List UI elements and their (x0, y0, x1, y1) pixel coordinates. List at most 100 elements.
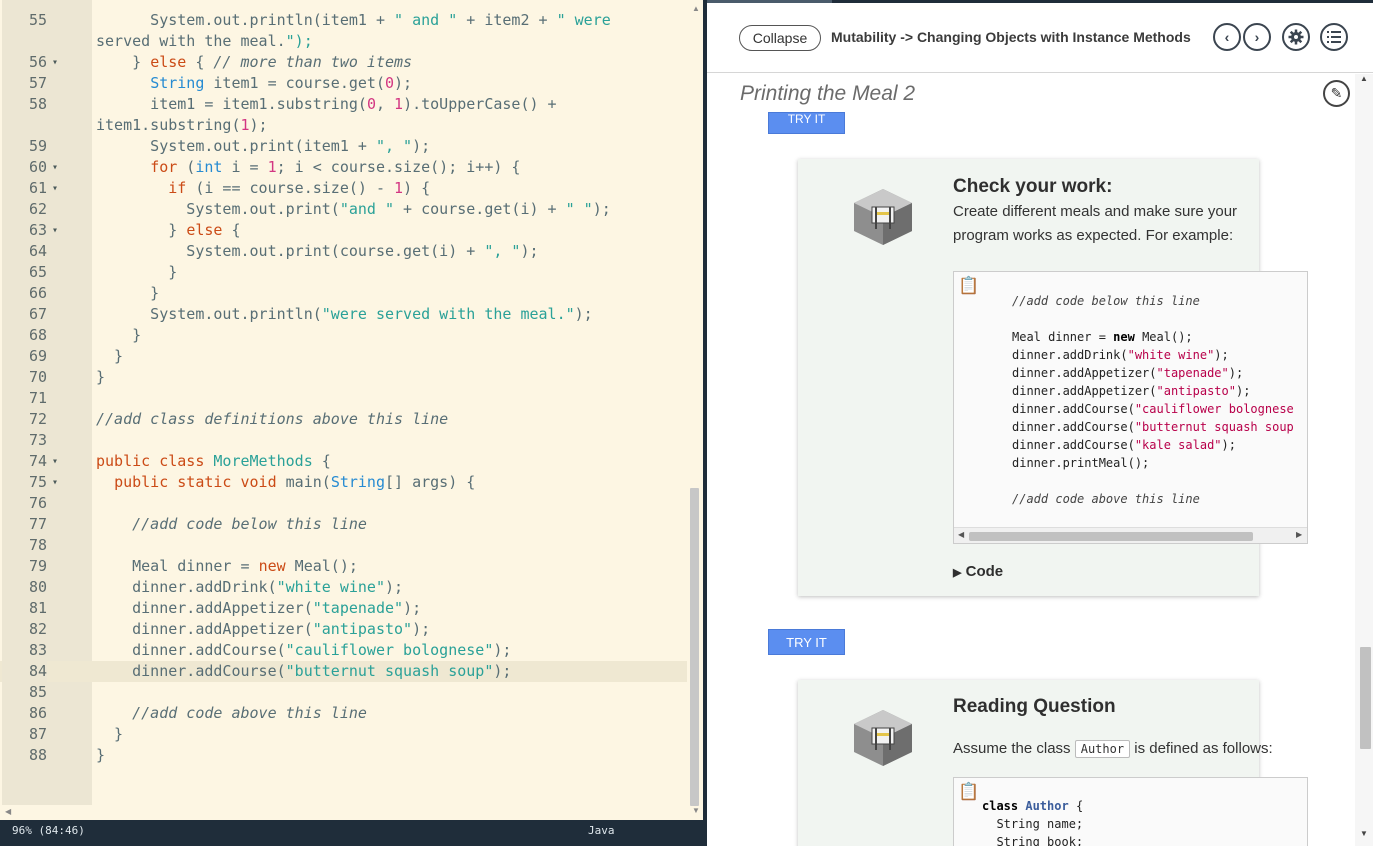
fold-arrow-icon[interactable]: ▾ (52, 451, 64, 472)
scroll-right-arrow-icon[interactable]: ▶ (1296, 530, 1302, 539)
checkpoint-icon (850, 185, 916, 249)
line-number: 81 (2, 598, 47, 619)
try-it-button[interactable]: TRY IT (768, 112, 845, 134)
clipboard-icon[interactable]: 📋 (958, 782, 979, 802)
code-line[interactable]: 60 ▾ for (int i = 1; i < course.size(); i… (0, 157, 687, 178)
list-icon[interactable] (1320, 23, 1348, 51)
code-line[interactable]: 77 //add code below this line (0, 514, 687, 535)
code-line[interactable]: 87 } (0, 724, 687, 745)
code-line[interactable]: 64 System.out.print(course.get(i) + ", "… (0, 241, 687, 262)
fold-arrow-icon[interactable]: ▾ (52, 52, 64, 73)
code-text: //add code above this line (132, 704, 367, 722)
code-text: } else { (96, 221, 241, 239)
scroll-up-arrow-icon[interactable]: ▲ (1360, 74, 1368, 83)
code-line[interactable]: 88} (0, 745, 687, 766)
scroll-up-arrow-icon[interactable]: ▲ (692, 4, 700, 13)
code-line[interactable]: served with the meal."); (0, 31, 687, 52)
code-text: } (96, 263, 178, 281)
page-title: Printing the Meal 2 (740, 82, 916, 105)
editor-scrollbar-thumb[interactable] (690, 488, 699, 806)
code-line[interactable]: 62 System.out.print("and " + course.get(… (0, 199, 687, 220)
card-description: Create different meals and make sure you… (953, 203, 1238, 244)
code-line[interactable]: 80 dinner.addDrink("white wine"); (0, 577, 687, 598)
code-line[interactable]: 69 } (0, 346, 687, 367)
code-line[interactable]: 85 (0, 682, 687, 703)
scroll-down-arrow-icon[interactable]: ▼ (692, 806, 700, 815)
line-number: 65 (2, 262, 47, 283)
card-title: Check your work: (953, 176, 1113, 197)
example-code-block[interactable]: 📋 //add code below this line Meal dinner… (953, 271, 1308, 544)
code-line[interactable]: 70} (0, 367, 687, 388)
try-it-button[interactable]: TRY IT (768, 629, 845, 655)
line-number: 80 (2, 577, 47, 598)
code-text: } (96, 347, 124, 365)
line-number: 68 (2, 325, 47, 346)
author-code-block[interactable]: 📋 class Author { String name; String boo… (953, 777, 1308, 846)
collapse-button[interactable]: Collapse (739, 25, 821, 51)
fold-arrow-icon[interactable]: ▾ (52, 178, 64, 199)
line-number: 86 (2, 703, 47, 724)
code-scrollbar-thumb[interactable] (969, 532, 1253, 541)
scroll-down-arrow-icon[interactable]: ▼ (1360, 829, 1368, 838)
code-line[interactable]: 74 ▾ public class MoreMethods { (0, 451, 687, 472)
code-line[interactable]: 59 System.out.print(item1 + ", "); (0, 136, 687, 157)
code-line[interactable]: 67 System.out.println("were served with … (0, 304, 687, 325)
line-number: 61 (2, 178, 47, 199)
code-line[interactable]: 82 dinner.addAppetizer("antipasto"); (0, 619, 687, 640)
chevron-right-icon[interactable]: › (1243, 23, 1271, 51)
code-line[interactable]: 81 dinner.addAppetizer("tapenade"); (0, 598, 687, 619)
code-line[interactable]: 76 (0, 493, 687, 514)
code-line[interactable]: 83 dinner.addCourse("cauliflower bologne… (0, 640, 687, 661)
code-line[interactable]: 71 (0, 388, 687, 409)
code-horizontal-scrollbar[interactable]: ◀ ▶ (954, 527, 1307, 543)
line-number: 58 (2, 94, 47, 115)
scroll-left-arrow-icon[interactable]: ◀ (5, 807, 11, 816)
code-area[interactable]: 55 System.out.println(item1 + " and " + … (0, 0, 687, 805)
clipboard-icon[interactable]: 📋 (958, 276, 979, 296)
line-number: 73 (2, 430, 47, 451)
code-text: //add code below this line (132, 515, 367, 533)
code-line[interactable]: 58 item1 = item1.substring(0, 1).toUpper… (0, 94, 687, 115)
language-mode[interactable]: Java (588, 820, 615, 842)
code-text: if (i == course.size() - 1) { (168, 179, 431, 197)
code-text: dinner.addDrink("white wine"); (96, 578, 404, 596)
code-text: } (96, 725, 124, 743)
code-text: dinner.addAppetizer("antipasto"); (96, 620, 431, 638)
code-line[interactable]: 55 System.out.println(item1 + " and " + … (0, 10, 687, 31)
gear-icon[interactable] (1282, 23, 1310, 51)
editor-status-bar: 96% (84:46) Java (0, 820, 703, 846)
code-line[interactable]: 63 ▾ } else { (0, 220, 687, 241)
code-line[interactable]: 86 //add code above this line (0, 703, 687, 724)
fold-arrow-icon[interactable]: ▾ (52, 220, 64, 241)
code-line[interactable]: 72 //add class definitions above this lin… (0, 409, 687, 430)
code-line[interactable]: 79 Meal dinner = new Meal(); (0, 556, 687, 577)
code-line[interactable]: 84 dinner.addCourse("butternut squash so… (0, 661, 687, 682)
code-text: dinner.addAppetizer("tapenade"); (96, 599, 422, 617)
chevron-left-icon[interactable]: ‹ (1213, 23, 1241, 51)
code-editor[interactable]: 55 System.out.println(item1 + " and " + … (0, 0, 703, 846)
question-text: is defined as follows: (1134, 740, 1273, 757)
code-line[interactable]: 75 ▾ public static void main(String[] arg… (0, 472, 687, 493)
line-number: 75 (2, 472, 47, 493)
guide-panel: Collapse Mutability -> Changing Objects … (705, 0, 1373, 846)
fold-arrow-icon[interactable]: ▾ (52, 157, 64, 178)
code-line[interactable]: item1.substring(1); (0, 115, 687, 136)
guide-vertical-scrollbar[interactable]: ▲ ▼ (1355, 74, 1373, 846)
example-code: //add code below this line Meal dinner =… (1012, 294, 1294, 506)
scroll-left-arrow-icon[interactable]: ◀ (958, 530, 964, 539)
fold-arrow-icon[interactable]: ▾ (52, 472, 64, 493)
guide-scrollbar-thumb[interactable] (1360, 647, 1371, 749)
code-line[interactable]: 57 String item1 = course.get(0); (0, 73, 687, 94)
code-line[interactable]: 56 ▾ } else { // more than two items (0, 52, 687, 73)
code-details-toggle[interactable]: ▶ Code (953, 563, 1003, 580)
edit-pencil-icon[interactable]: ✎ (1323, 80, 1350, 107)
code-line[interactable]: 78 (0, 535, 687, 556)
line-number: 66 (2, 283, 47, 304)
code-line[interactable]: 65 } (0, 262, 687, 283)
code-line[interactable]: 73 (0, 430, 687, 451)
code-line[interactable]: 61 ▾ if (i == course.size() - 1) { (0, 178, 687, 199)
line-number: 82 (2, 619, 47, 640)
code-line[interactable]: 66 } (0, 283, 687, 304)
code-line[interactable]: 68 } (0, 325, 687, 346)
guide-content[interactable]: Printing the Meal 2 ✎ TRY IT Check your … (707, 74, 1355, 846)
